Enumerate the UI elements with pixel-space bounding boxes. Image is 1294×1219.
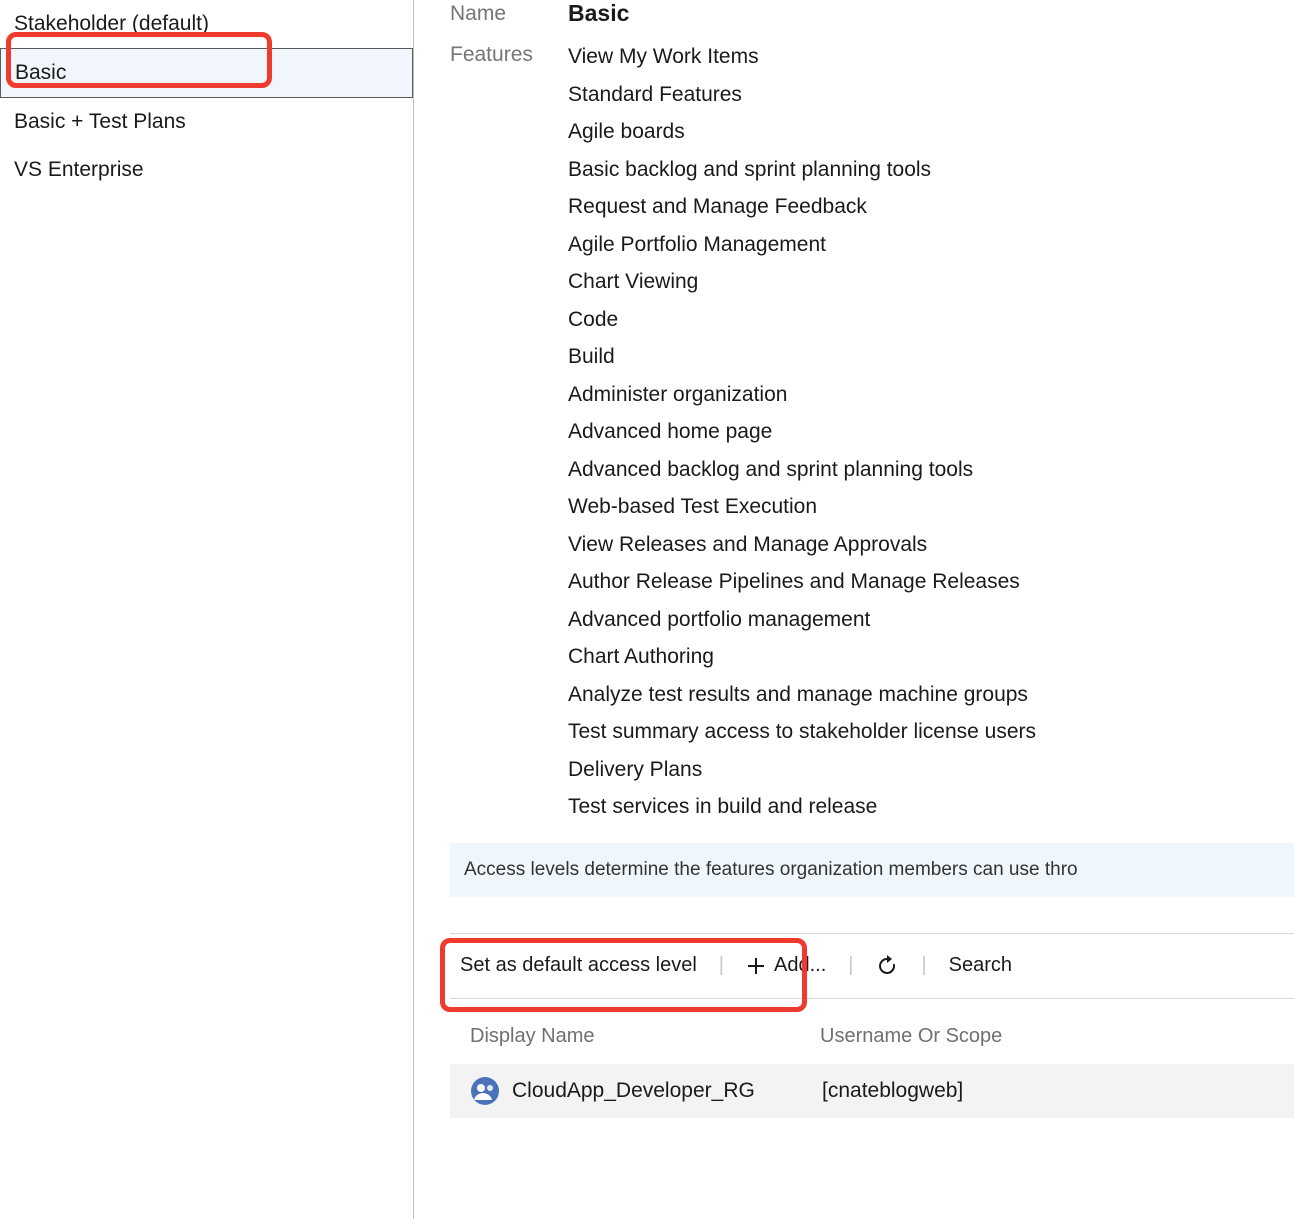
- name-label: Name: [450, 0, 568, 27]
- toolbar: Set as default access level | Add... | |…: [450, 933, 1294, 999]
- cell-username: [cnateblogweb]: [822, 1079, 1284, 1103]
- set-default-button[interactable]: Set as default access level: [460, 954, 697, 977]
- sidebar-item-basic[interactable]: Basic: [0, 48, 413, 98]
- feature-item: Build: [568, 341, 1294, 373]
- feature-item: Administer organization: [568, 379, 1294, 411]
- refresh-button[interactable]: [875, 954, 899, 978]
- name-value: Basic: [568, 0, 1294, 27]
- feature-item: Author Release Pipelines and Manage Rele…: [568, 566, 1294, 598]
- plus-icon: [746, 956, 766, 976]
- feature-item: Web-based Test Execution: [568, 491, 1294, 523]
- sidebar-item-basic-test-plans[interactable]: Basic + Test Plans: [0, 98, 413, 146]
- feature-item: Advanced portfolio management: [568, 604, 1294, 636]
- feature-item: Agile Portfolio Management: [568, 229, 1294, 261]
- search-button[interactable]: Search: [949, 954, 1012, 977]
- feature-item: Chart Authoring: [568, 641, 1294, 673]
- feature-item: Advanced backlog and sprint planning too…: [568, 454, 1294, 486]
- feature-item: Basic backlog and sprint planning tools: [568, 154, 1294, 186]
- separator: |: [719, 954, 724, 977]
- features-label: Features: [450, 41, 568, 829]
- feature-item: Request and Manage Feedback: [568, 191, 1294, 223]
- feature-item: Advanced home page: [568, 416, 1294, 448]
- access-level-sidebar: Stakeholder (default) Basic Basic + Test…: [0, 0, 414, 1219]
- separator: |: [848, 954, 853, 977]
- feature-item: Analyze test results and manage machine …: [568, 679, 1294, 711]
- column-display-name[interactable]: Display Name: [470, 1025, 820, 1048]
- feature-item: Agile boards: [568, 116, 1294, 148]
- cell-display-name: CloudApp_Developer_RG: [512, 1079, 822, 1103]
- group-icon: [470, 1076, 500, 1106]
- info-banner: Access levels determine the features org…: [450, 843, 1294, 897]
- table-row[interactable]: CloudApp_Developer_RG [cnateblogweb]: [450, 1064, 1294, 1118]
- sidebar-item-vs-enterprise[interactable]: VS Enterprise: [0, 146, 413, 194]
- feature-item: View Releases and Manage Approvals: [568, 529, 1294, 561]
- feature-item: Standard Features: [568, 79, 1294, 111]
- table-header: Display Name Username Or Scope: [450, 999, 1294, 1064]
- main-panel: Name Basic Features View My Work Items St…: [414, 0, 1294, 1219]
- sidebar-item-stakeholder[interactable]: Stakeholder (default): [0, 0, 413, 48]
- feature-item: Code: [568, 304, 1294, 336]
- feature-item: Delivery Plans: [568, 754, 1294, 786]
- add-button[interactable]: Add...: [746, 954, 826, 977]
- feature-item: Test services in build and release: [568, 791, 1294, 823]
- feature-item: Test summary access to stakeholder licen…: [568, 716, 1294, 748]
- refresh-icon: [875, 954, 899, 978]
- column-username-scope[interactable]: Username Or Scope: [820, 1025, 1284, 1048]
- feature-item: View My Work Items: [568, 41, 1294, 73]
- features-list: View My Work Items Standard Features Agile…: [568, 41, 1294, 829]
- separator: |: [921, 954, 926, 977]
- feature-item: Chart Viewing: [568, 266, 1294, 298]
- add-label: Add...: [774, 954, 826, 977]
